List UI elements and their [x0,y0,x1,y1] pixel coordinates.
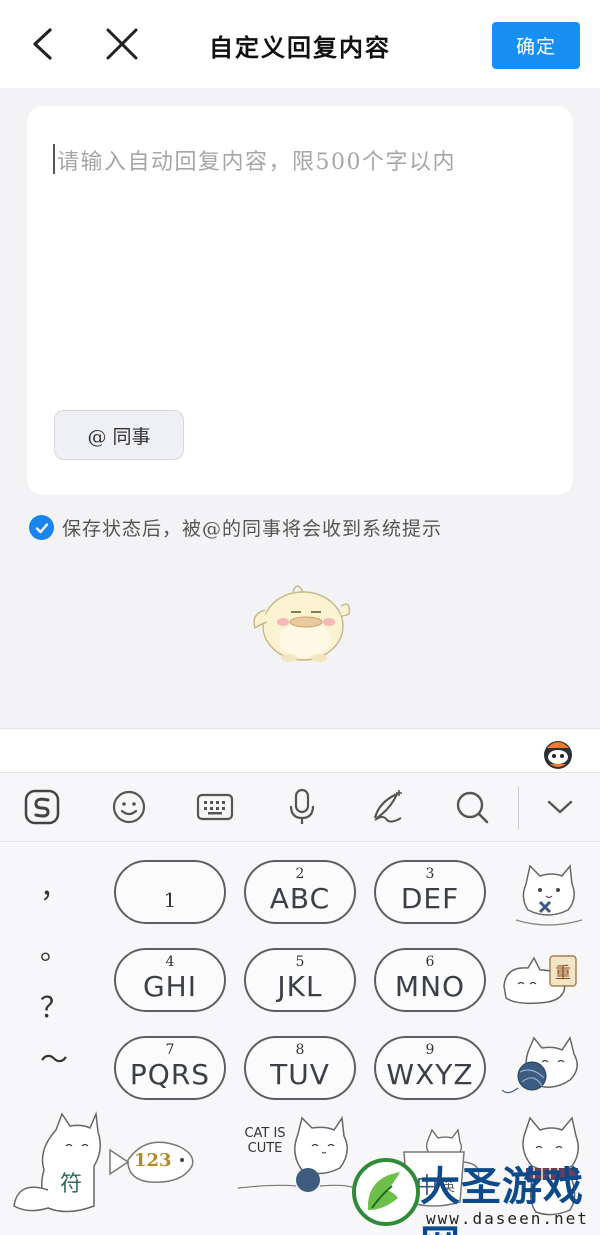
watermark-url: www.daseen.net [426,1209,589,1228]
collapse-keyboard-icon[interactable] [540,787,580,827]
key-1[interactable]: 1 [114,860,226,924]
microphone-icon[interactable] [282,787,322,827]
key-letters: WXYZ [386,1058,474,1091]
key-number: 2 [295,866,305,882]
space-key[interactable]: CAT IS CUTE [236,1112,356,1220]
key-number: 6 [425,954,435,970]
text-caret [53,144,55,174]
site-watermark: 大圣游戏网 www.daseen.net [350,1152,600,1235]
key-9-wxyz[interactable]: 9 WXYZ [374,1036,486,1100]
key-2-abc[interactable]: 2 ABC [244,860,356,924]
key-number: 7 [165,1042,175,1058]
mention-colleague-button[interactable]: @ 同事 [54,410,184,460]
clear-cat-icon[interactable] [498,1032,588,1104]
key-letters: GHI [142,970,197,1003]
key-number: 8 [295,1042,305,1058]
key-5-jkl[interactable]: 5 JKL [244,948,356,1012]
key-number: 5 [295,954,305,970]
sogou-logo-icon[interactable] [22,787,62,827]
key-6-mno[interactable]: 6 MNO [374,948,486,1012]
key-number: 3 [425,866,435,882]
space-key-label: CAT IS CUTE [244,1126,286,1156]
key-letters: MNO [394,970,466,1003]
watermark-logo-icon [352,1158,420,1226]
key-letters: ABC [269,882,331,915]
confirm-button[interactable]: 确定 [492,22,580,69]
key-letters: DEF [400,882,460,915]
delete-cat-icon[interactable] [508,854,588,930]
symbols-key-label: 符 [60,1172,83,1197]
emoji-icon[interactable] [109,787,149,827]
key-4-ghi[interactable]: 4 GHI [114,948,226,1012]
toolbar-divider [518,787,519,829]
checkbox-checked-icon[interactable] [29,515,54,540]
key-7-pqrs[interactable]: 7 PQRS [114,1036,226,1100]
reply-editor-card[interactable]: 请输入自动回复内容，限500个字以内 @ 同事 [27,106,573,495]
ime-skin-mascot-icon[interactable] [541,736,575,770]
notify-option[interactable]: 保存状态后，被@的同事将会收到系统提示 [29,514,442,541]
key-label: 1 [163,888,177,912]
numbers-key[interactable]: 123 [106,1124,202,1200]
candidate-bar [0,728,600,772]
key-8-tuv[interactable]: 8 TUV [244,1036,356,1100]
ime-toolbar [0,772,600,842]
reply-input-placeholder[interactable]: 请输入自动回复内容，限500个字以内 [57,144,456,176]
punct-tilde-key[interactable]: ～ [34,1038,74,1078]
svg-text:重: 重 [555,963,571,982]
notify-label: 保存状态后，被@的同事将会收到系统提示 [62,518,443,540]
key-letters: PQRS [129,1058,211,1091]
key-letters: TUV [270,1058,330,1091]
symbols-key[interactable]: 符 [8,1110,103,1220]
punct-question-key[interactable]: ？ [34,986,74,1026]
punct-comma-key[interactable]: ， [34,866,74,906]
keyboard-icon[interactable] [195,787,235,827]
key-3-def[interactable]: 3 DEF [374,860,486,924]
mascot-illustration [245,570,355,665]
handwriting-icon[interactable] [368,787,408,827]
numbers-key-label: 123 [134,1150,172,1171]
enter-cat-icon[interactable]: 重 [498,946,588,1016]
top-bar: 自定义回复内容 确定 [0,0,600,88]
key-number: 4 [165,954,175,970]
punct-period-key[interactable]: 。 [34,928,74,968]
key-number: 9 [425,1042,435,1058]
search-icon[interactable] [452,787,492,827]
key-letters: JKL [277,970,323,1003]
